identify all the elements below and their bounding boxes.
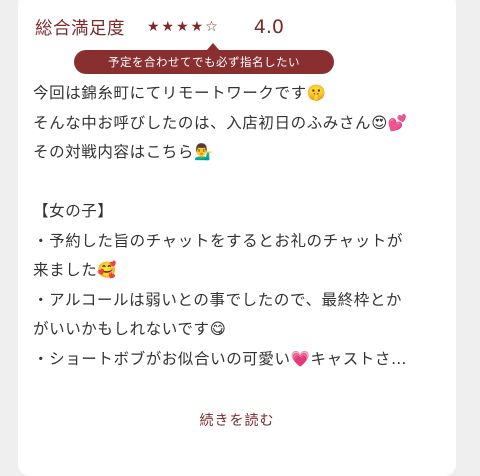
review-line: そんな中お呼びしたのは、入店初日のふみさん😍💕 (33, 113, 408, 132)
review-card: 総合満足度 ★★★★☆ 4.0 予定を合わせてでも必ず指名したい 今回は錦糸町に… (18, 0, 456, 476)
rating-score: 4.0 (253, 16, 284, 38)
rating-tooltip: 予定を合わせてでも必ず指名したい (74, 50, 334, 74)
review-line: ・アルコールは弱いとの事でしたので、最終枠とか (33, 290, 403, 309)
section-heading: 【女の子】 (33, 202, 114, 220)
rating-row: 総合満足度 ★★★★☆ 4.0 (35, 12, 284, 42)
review-line: がいいかもしれないです😋 (33, 320, 227, 338)
review-body: 今回は錦糸町にてリモートワークです🤫 そんな中お呼びしたのは、入店初日のふみさん… (33, 79, 453, 374)
read-more-link[interactable]: 続きを読む (18, 410, 456, 430)
review-line: その対戦内容はこちら💁‍♂️ (33, 143, 214, 161)
filled-stars-icon: ★★★★ (147, 19, 206, 35)
review-line: 来ました🥰 (33, 261, 118, 279)
review-line: 今回は錦糸町にてリモートワークです🤫 (33, 84, 327, 102)
review-line: ・予約した旨のチャットをするとお礼のチャットが (33, 231, 403, 250)
review-line: ・ショートボブがお似合いの可愛い💗キャストさ… (33, 349, 408, 368)
overall-satisfaction-label: 総合満足度 (35, 18, 125, 39)
star-rating: ★★★★☆ (147, 19, 220, 35)
empty-star-icon: ☆ (205, 19, 220, 35)
